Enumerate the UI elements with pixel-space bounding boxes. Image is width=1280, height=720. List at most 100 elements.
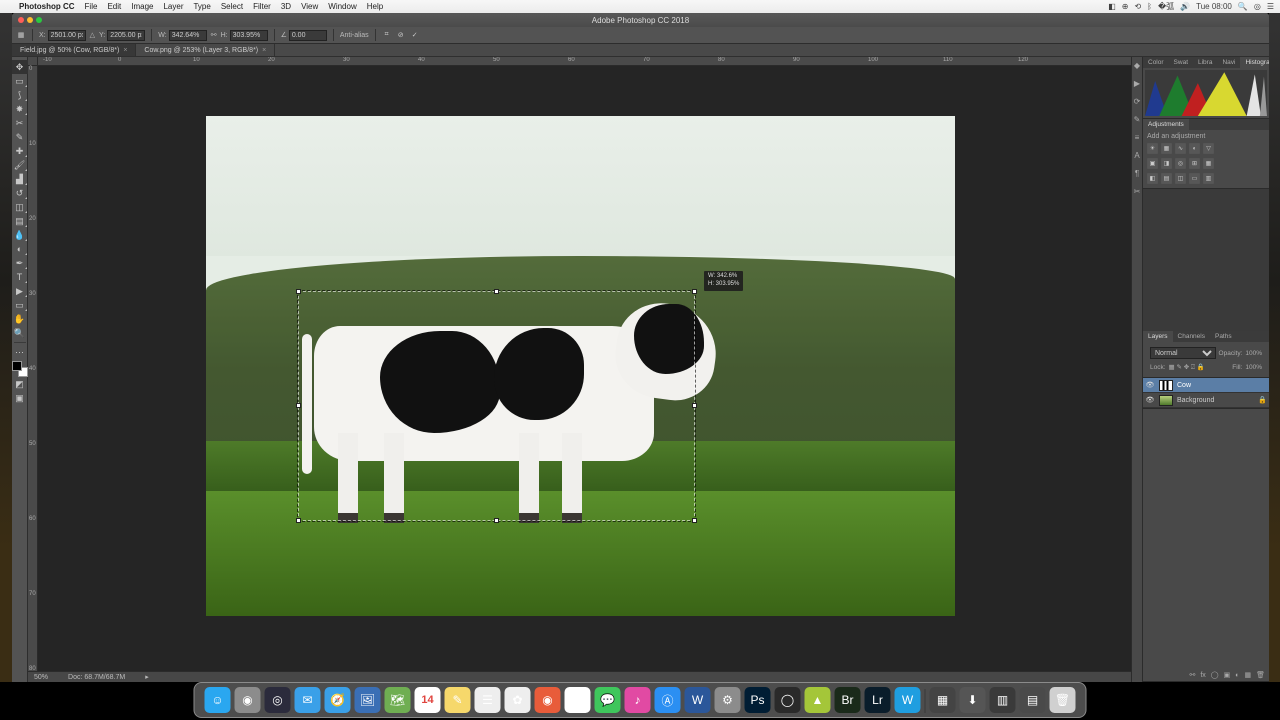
close-icon[interactable]: × xyxy=(262,47,266,54)
panel-icon[interactable]: ✎ xyxy=(1134,115,1141,124)
dock-item4-icon[interactable]: ▤ xyxy=(1020,687,1046,713)
adj-channel-mixer-icon[interactable]: ⊞ xyxy=(1189,158,1200,169)
zoom-tool[interactable]: 🔍 xyxy=(12,326,28,340)
dock-item1-icon[interactable]: ▦ xyxy=(930,687,956,713)
document-tab[interactable]: Cow.png @ 253% (Layer 3, RGB/8*)× xyxy=(136,44,275,56)
triangle-icon[interactable]: △ xyxy=(90,31,95,39)
visibility-icon[interactable]: 👁 xyxy=(1145,381,1155,389)
visibility-icon[interactable]: 👁 xyxy=(1145,396,1155,404)
x-input[interactable] xyxy=(48,30,86,41)
menu-select[interactable]: Select xyxy=(216,2,248,11)
adj-vibrance-icon[interactable]: ▽ xyxy=(1203,143,1214,154)
dock-itunes-icon[interactable]: ♪ xyxy=(625,687,651,713)
dock-photos-icon[interactable]: ✿ xyxy=(505,687,531,713)
tab-layers[interactable]: Layers xyxy=(1143,331,1173,342)
tab-libra[interactable]: Libra xyxy=(1193,57,1217,68)
opacity-value[interactable]: 100% xyxy=(1245,350,1262,357)
bluetooth-icon[interactable]: ᛒ xyxy=(1147,2,1152,11)
transform-handle[interactable] xyxy=(494,289,499,294)
adjustment-layer-icon[interactable]: ◐ xyxy=(1235,672,1239,679)
quick-select-tool[interactable]: ✸ xyxy=(12,102,28,116)
chevron-right-icon[interactable]: ▸ xyxy=(145,673,149,681)
status-doc[interactable]: Doc: 68.7M/68.7M xyxy=(68,674,125,681)
stamp-tool[interactable]: ▟ xyxy=(12,172,28,186)
marquee-tool[interactable]: ▭ xyxy=(12,74,28,88)
dock-maps-icon[interactable]: 🗺 xyxy=(385,687,411,713)
tray-icon[interactable]: ⊕ xyxy=(1122,2,1129,11)
panel-icon[interactable]: ◆ xyxy=(1134,61,1140,70)
transform-handle[interactable] xyxy=(296,289,301,294)
dock-photobooth-icon[interactable]: ◉ xyxy=(535,687,561,713)
link-layers-icon[interactable]: ⚯ xyxy=(1189,671,1195,679)
adj-lut-icon[interactable]: ▦ xyxy=(1203,158,1214,169)
warp-icon[interactable]: ⌗ xyxy=(382,30,392,40)
dock-photoshop-icon[interactable]: Ps xyxy=(745,687,771,713)
dock-wire-icon[interactable]: W xyxy=(895,687,921,713)
layer-thumbnail[interactable] xyxy=(1159,380,1173,391)
transform-tool-icon[interactable]: ▦ xyxy=(16,30,26,40)
tab-adjustments[interactable]: Adjustments xyxy=(1143,119,1189,130)
tab-paths[interactable]: Paths xyxy=(1210,331,1237,342)
menu-view[interactable]: View xyxy=(296,2,323,11)
move-tool[interactable]: ✥ xyxy=(12,60,28,74)
dock-siri-icon[interactable]: ◎ xyxy=(265,687,291,713)
screenmode-icon[interactable]: ▣ xyxy=(12,391,28,405)
link-icon[interactable]: ⚯ xyxy=(211,31,217,39)
layer-thumbnail[interactable] xyxy=(1159,395,1173,406)
dock-lightroom-icon[interactable]: Lr xyxy=(865,687,891,713)
ruler-horizontal[interactable]: -100102030405060708090100110120 xyxy=(28,57,1131,66)
adj-selcolor-icon[interactable]: ▥ xyxy=(1203,173,1214,184)
adj-threshold-icon[interactable]: ◫ xyxy=(1175,173,1186,184)
layer-name[interactable]: Background xyxy=(1177,397,1214,404)
panel-icon[interactable]: ⟳ xyxy=(1134,97,1141,106)
adj-brightness-icon[interactable]: ☀ xyxy=(1147,143,1158,154)
pen-tool[interactable]: ✒ xyxy=(12,256,28,270)
tab-channels[interactable]: Channels xyxy=(1173,331,1210,342)
panel-icon[interactable]: ¶ xyxy=(1135,169,1139,178)
panel-icon[interactable]: A xyxy=(1134,151,1139,160)
trash-icon[interactable]: 🗑 xyxy=(1256,671,1265,679)
fill-value[interactable]: 100% xyxy=(1245,364,1262,371)
document-tab[interactable]: Field.jpg @ 50% (Cow, RGB/8*)× xyxy=(12,44,136,56)
adj-posterize-icon[interactable]: ▤ xyxy=(1161,173,1172,184)
y-input[interactable] xyxy=(107,30,145,41)
zoom-icon[interactable] xyxy=(36,17,42,23)
adj-exposure-icon[interactable]: ◐ xyxy=(1189,143,1200,154)
dock-android-icon[interactable]: ▲ xyxy=(805,687,831,713)
mask-icon[interactable]: ◯ xyxy=(1211,671,1219,679)
transform-bounding-box[interactable] xyxy=(298,291,695,521)
dock-item3-icon[interactable]: ▥ xyxy=(990,687,1016,713)
transform-handle[interactable] xyxy=(692,289,697,294)
dock-appstore-icon[interactable]: Ⓐ xyxy=(655,687,681,713)
dock-reminders-icon[interactable]: ☰ xyxy=(475,687,501,713)
minimize-icon[interactable] xyxy=(27,17,33,23)
menu-edit[interactable]: Edit xyxy=(102,2,126,11)
dock-word-icon[interactable]: W xyxy=(685,687,711,713)
tab-swat[interactable]: Swat xyxy=(1169,57,1193,68)
menu-help[interactable]: Help xyxy=(362,2,388,11)
dock-finder-icon[interactable]: ☺ xyxy=(205,687,231,713)
menubar-clock[interactable]: Tue 08:00 xyxy=(1196,2,1232,11)
adj-gradmap-icon[interactable]: ▭ xyxy=(1189,173,1200,184)
close-icon[interactable] xyxy=(18,17,24,23)
adj-invert-icon[interactable]: ◧ xyxy=(1147,173,1158,184)
angle-input[interactable] xyxy=(289,30,327,41)
layer-name[interactable]: Cow xyxy=(1177,382,1191,389)
type-tool[interactable]: T xyxy=(12,270,28,284)
eraser-tool[interactable]: ◫ xyxy=(12,200,28,214)
tab-histogram[interactable]: Histogram xyxy=(1240,57,1269,68)
layer-row[interactable]: 👁 Cow xyxy=(1143,378,1269,393)
quickmask-icon[interactable]: ◩ xyxy=(12,377,28,391)
tab-color[interactable]: Color xyxy=(1143,57,1169,68)
cancel-icon[interactable]: ⊘ xyxy=(396,30,406,40)
tab-navi[interactable]: Navi xyxy=(1217,57,1240,68)
canvas[interactable]: W: 342.6% H: 303.95% xyxy=(38,66,1131,671)
dock-mail-icon[interactable]: ✉ xyxy=(295,687,321,713)
edit-toolbar-icon[interactable]: ⋯ xyxy=(12,345,28,359)
adj-hue-icon[interactable]: ▣ xyxy=(1147,158,1158,169)
dock-calendar-icon[interactable]: 14 xyxy=(415,687,441,713)
transform-handle[interactable] xyxy=(296,403,301,408)
commit-icon[interactable]: ✓ xyxy=(410,30,420,40)
path-select-tool[interactable]: ▶ xyxy=(12,284,28,298)
transform-handle[interactable] xyxy=(494,518,499,523)
